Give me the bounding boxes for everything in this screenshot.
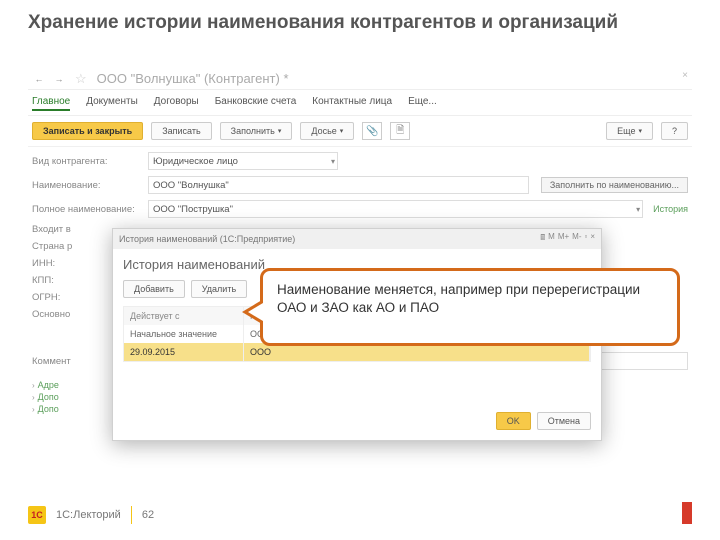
dialog-close-icon[interactable]: × xyxy=(590,232,595,246)
chevron-right-icon: › xyxy=(32,405,35,414)
mminus-icon[interactable]: М- xyxy=(572,232,581,246)
window-header: ← → ☆ ООО "Волнушка" (Контрагент) * × xyxy=(28,68,692,90)
delete-button[interactable]: Удалить xyxy=(191,280,247,298)
col-effective-from[interactable]: Действует с xyxy=(124,307,244,325)
tab-documents[interactable]: Документы xyxy=(86,96,138,111)
fullname-input[interactable]: ООО "Пострушка"▾ xyxy=(148,200,643,218)
cancel-button[interactable]: Отмена xyxy=(537,412,591,430)
history-link[interactable]: История xyxy=(653,204,688,214)
back-icon[interactable]: ← xyxy=(32,72,46,86)
help-button[interactable]: ? xyxy=(661,122,688,140)
separator xyxy=(131,506,132,524)
cell: Начальное значение xyxy=(124,325,244,343)
toolbar: Записать и закрыть Записать Заполнить▾ Д… xyxy=(28,116,692,147)
logo-1c: 1С xyxy=(28,506,46,524)
report-icon[interactable]: 🗎 xyxy=(390,122,410,140)
dialog-sys-title: История наименований (1С:Предприятие) xyxy=(119,234,295,244)
calc-icon[interactable]: 🖩 xyxy=(540,232,545,246)
slide-title: Хранение истории наименования контрагент… xyxy=(0,0,720,35)
tab-main[interactable]: Главное xyxy=(32,96,70,111)
callout-tail xyxy=(248,303,263,321)
save-close-button[interactable]: Записать и закрыть xyxy=(32,122,143,140)
chevron-right-icon: › xyxy=(32,381,35,390)
chevron-right-icon: › xyxy=(32,393,35,402)
forward-icon[interactable]: → xyxy=(52,72,66,86)
star-icon[interactable]: ☆ xyxy=(75,71,87,87)
tab-contracts[interactable]: Договоры xyxy=(154,96,199,111)
annotation-callout: Наименование меняется, например при пере… xyxy=(260,268,680,346)
fill-by-name-button[interactable]: Заполнить по наименованию... xyxy=(541,177,688,193)
dialog-min-icon[interactable]: ▫ xyxy=(584,232,587,246)
dossier-button[interactable]: Досье▾ xyxy=(300,122,354,140)
type-input[interactable]: Юридическое лицо▾ xyxy=(148,152,338,170)
tab-bank[interactable]: Банковские счета xyxy=(215,96,297,111)
brand-label: 1С:Лекторий xyxy=(56,509,121,521)
save-button[interactable]: Записать xyxy=(151,122,211,140)
fill-button[interactable]: Заполнить▾ xyxy=(220,122,293,140)
mplus-icon[interactable]: М+ xyxy=(558,232,569,246)
name-input[interactable]: ООО "Волнушка" xyxy=(148,176,529,194)
window-title: ООО "Волнушка" (Контрагент) * xyxy=(97,71,289,86)
cell: 29.09.2015 xyxy=(124,343,244,361)
attach-icon[interactable]: 📎 xyxy=(362,122,382,140)
close-icon[interactable]: × xyxy=(682,70,688,81)
page-number: 62 xyxy=(142,509,154,521)
fullname-label: Полное наименование: xyxy=(32,204,142,215)
red-accent xyxy=(682,502,692,524)
slide-footer: 1С 1С:Лекторий 62 xyxy=(28,506,154,524)
add-button[interactable]: Добавить xyxy=(123,280,185,298)
tab-bar: Главное Документы Договоры Банковские сч… xyxy=(28,90,692,116)
tab-contacts[interactable]: Контактные лица xyxy=(312,96,392,111)
dialog-titlebar: История наименований (1С:Предприятие) 🖩 … xyxy=(113,229,601,249)
tab-more[interactable]: Еще... xyxy=(408,96,437,111)
ok-button[interactable]: OK xyxy=(496,412,531,430)
m-icon[interactable]: М xyxy=(548,232,555,246)
name-label: Наименование: xyxy=(32,180,142,191)
more-button[interactable]: Еще▾ xyxy=(606,122,653,140)
type-label: Вид контрагента: xyxy=(32,156,142,167)
